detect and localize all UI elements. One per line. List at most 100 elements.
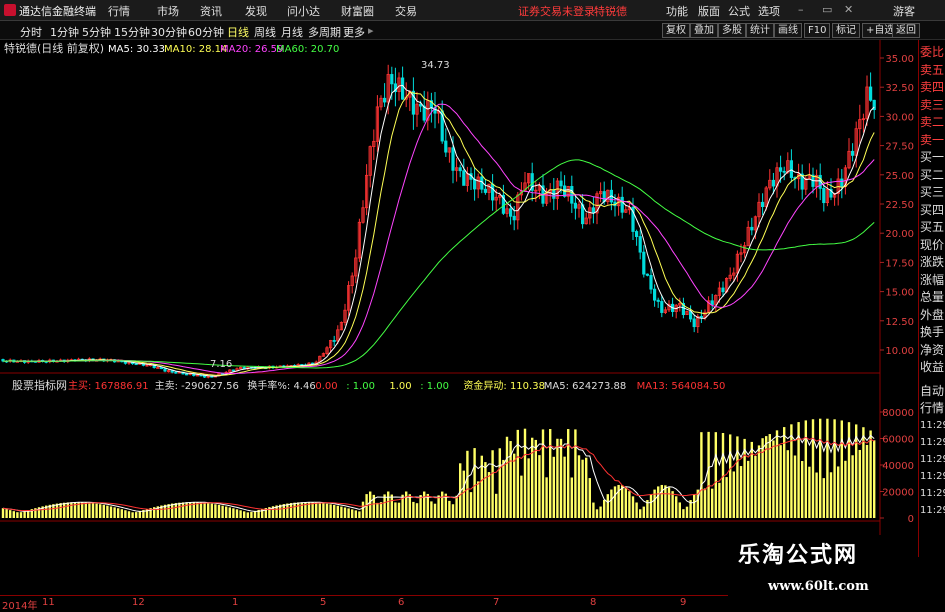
mark-button[interactable]: 标记 xyxy=(832,23,860,38)
volume-bar xyxy=(19,512,23,518)
volume-bar xyxy=(207,503,210,518)
volume-bar xyxy=(376,502,379,518)
price-tick: 25.00 xyxy=(885,171,914,182)
volume-bar xyxy=(711,488,714,518)
period-weekly[interactable]: 周线 xyxy=(254,24,276,40)
draw-line-button[interactable]: 画线 xyxy=(774,23,802,38)
chart-area[interactable]: 35.00 32.50 30.00 27.50 25.00 22.50 20.00 17.50… xyxy=(0,40,918,595)
maximize-button[interactable]: ▭ xyxy=(822,3,832,16)
volume-bar xyxy=(1,508,5,518)
volume-bar xyxy=(761,438,764,518)
indicator-field: 1.00 xyxy=(389,381,411,392)
volume-bar xyxy=(667,487,671,518)
side-panel-label: 涨幅 xyxy=(920,272,945,287)
menu-layout[interactable]: 版面 xyxy=(698,3,720,19)
volume-bar xyxy=(642,506,645,518)
volume-bar xyxy=(693,494,696,518)
volume-bar xyxy=(88,502,91,518)
candlestick-chart[interactable] xyxy=(1,64,876,379)
volume-bar xyxy=(109,506,113,518)
period-30min[interactable]: 30分钟 xyxy=(151,24,187,40)
volume-bar xyxy=(574,429,577,518)
date-label: 6 xyxy=(398,597,405,608)
menu-news[interactable]: 资讯 xyxy=(200,3,222,19)
volume-bar xyxy=(5,509,8,518)
volume-bar xyxy=(649,494,653,518)
moving-average-lines xyxy=(2,84,875,377)
login-status[interactable]: 证券交易未登录 xyxy=(518,3,595,19)
f10-button[interactable]: F10 xyxy=(804,23,831,38)
volume-tick: 60000 xyxy=(882,435,914,446)
period-multi[interactable]: 多周期 xyxy=(308,24,341,40)
volume-bar xyxy=(174,503,177,518)
chart-title: 特锐德(日线 前复权) xyxy=(4,41,104,55)
volume-chart[interactable] xyxy=(1,418,876,518)
period-15min[interactable]: 15分钟 xyxy=(114,24,150,40)
volume-bar xyxy=(592,502,595,518)
menu-ask[interactable]: 问小达 xyxy=(287,3,320,19)
volume-bar xyxy=(250,512,253,518)
volume-bar xyxy=(228,507,231,518)
volume-bar xyxy=(502,459,505,518)
indicator-field: MA13: 564084.50 xyxy=(637,381,726,392)
side-panel-label: 卖五 xyxy=(920,62,945,77)
volume-bar xyxy=(826,418,829,518)
menu-market[interactable]: 市场 xyxy=(157,3,179,19)
volume-bar xyxy=(509,441,512,518)
statistics-button[interactable]: 统计 xyxy=(746,23,774,38)
volume-bar xyxy=(570,477,573,518)
volume-bar xyxy=(397,502,401,518)
volume-bar xyxy=(171,503,174,518)
multi-stock-button[interactable]: 多股 xyxy=(718,23,746,38)
price-tick: 12.50 xyxy=(885,317,914,328)
period-60min[interactable]: 60分钟 xyxy=(188,24,224,40)
period-5min[interactable]: 5分钟 xyxy=(82,24,111,40)
menu-trade[interactable]: 交易 xyxy=(395,3,417,19)
chevron-right-icon[interactable]: ▸ xyxy=(368,24,374,37)
menu-quotes[interactable]: 行情 xyxy=(108,3,130,19)
volume-bar xyxy=(311,502,314,518)
volume-bar xyxy=(624,487,627,518)
period-monthly[interactable]: 月线 xyxy=(281,24,303,40)
date-label: 5 xyxy=(320,597,327,608)
volume-bar xyxy=(253,510,257,518)
overlay-button[interactable]: 叠加 xyxy=(690,23,718,38)
price-tick: 32.50 xyxy=(885,83,914,94)
period-daily[interactable]: 日线 xyxy=(227,24,249,40)
side-panel-label[interactable]: 自动 xyxy=(920,383,945,400)
menu-discover[interactable]: 发现 xyxy=(245,3,267,19)
volume-tick: 80000 xyxy=(882,408,914,419)
indicator-field: 主买: 167886.91 xyxy=(68,380,149,392)
side-panel-label: 11:29 xyxy=(920,471,945,482)
side-panel-label[interactable]: 行情 xyxy=(920,400,945,417)
volume-bar xyxy=(217,504,221,518)
menu-function[interactable]: 功能 xyxy=(666,3,688,19)
volume-bar xyxy=(538,455,541,518)
period-more[interactable]: 更多 xyxy=(343,24,365,40)
volume-bar xyxy=(55,503,59,518)
menu-formula[interactable]: 公式 xyxy=(728,3,750,19)
back-button[interactable]: 返回 xyxy=(892,23,920,38)
guest-label[interactable]: 游客 xyxy=(893,3,915,19)
volume-bar xyxy=(329,504,332,518)
menu-wealth[interactable]: 财富圈 xyxy=(341,3,374,19)
period-intraday[interactable]: 分时 xyxy=(20,24,42,40)
volume-bar xyxy=(405,491,408,518)
candle-body xyxy=(134,363,138,366)
volume-bar xyxy=(531,437,534,518)
adjust-button[interactable]: 复权 xyxy=(662,23,690,38)
price-tick: 17.50 xyxy=(885,258,914,269)
volume-bar xyxy=(552,456,555,518)
volume-bar xyxy=(819,418,822,518)
volume-bar xyxy=(775,430,779,518)
close-button[interactable]: ✕ xyxy=(844,3,853,16)
menu-options[interactable]: 选项 xyxy=(758,3,780,19)
minimize-button[interactable]: – xyxy=(798,3,804,16)
candle-body xyxy=(163,368,167,372)
volume-bar xyxy=(423,491,426,518)
volume-bar xyxy=(559,438,563,518)
candle-body xyxy=(382,97,387,103)
period-1min[interactable]: 1分钟 xyxy=(50,24,79,40)
volume-tick: 0 xyxy=(908,514,914,525)
volume-bar xyxy=(549,429,552,518)
